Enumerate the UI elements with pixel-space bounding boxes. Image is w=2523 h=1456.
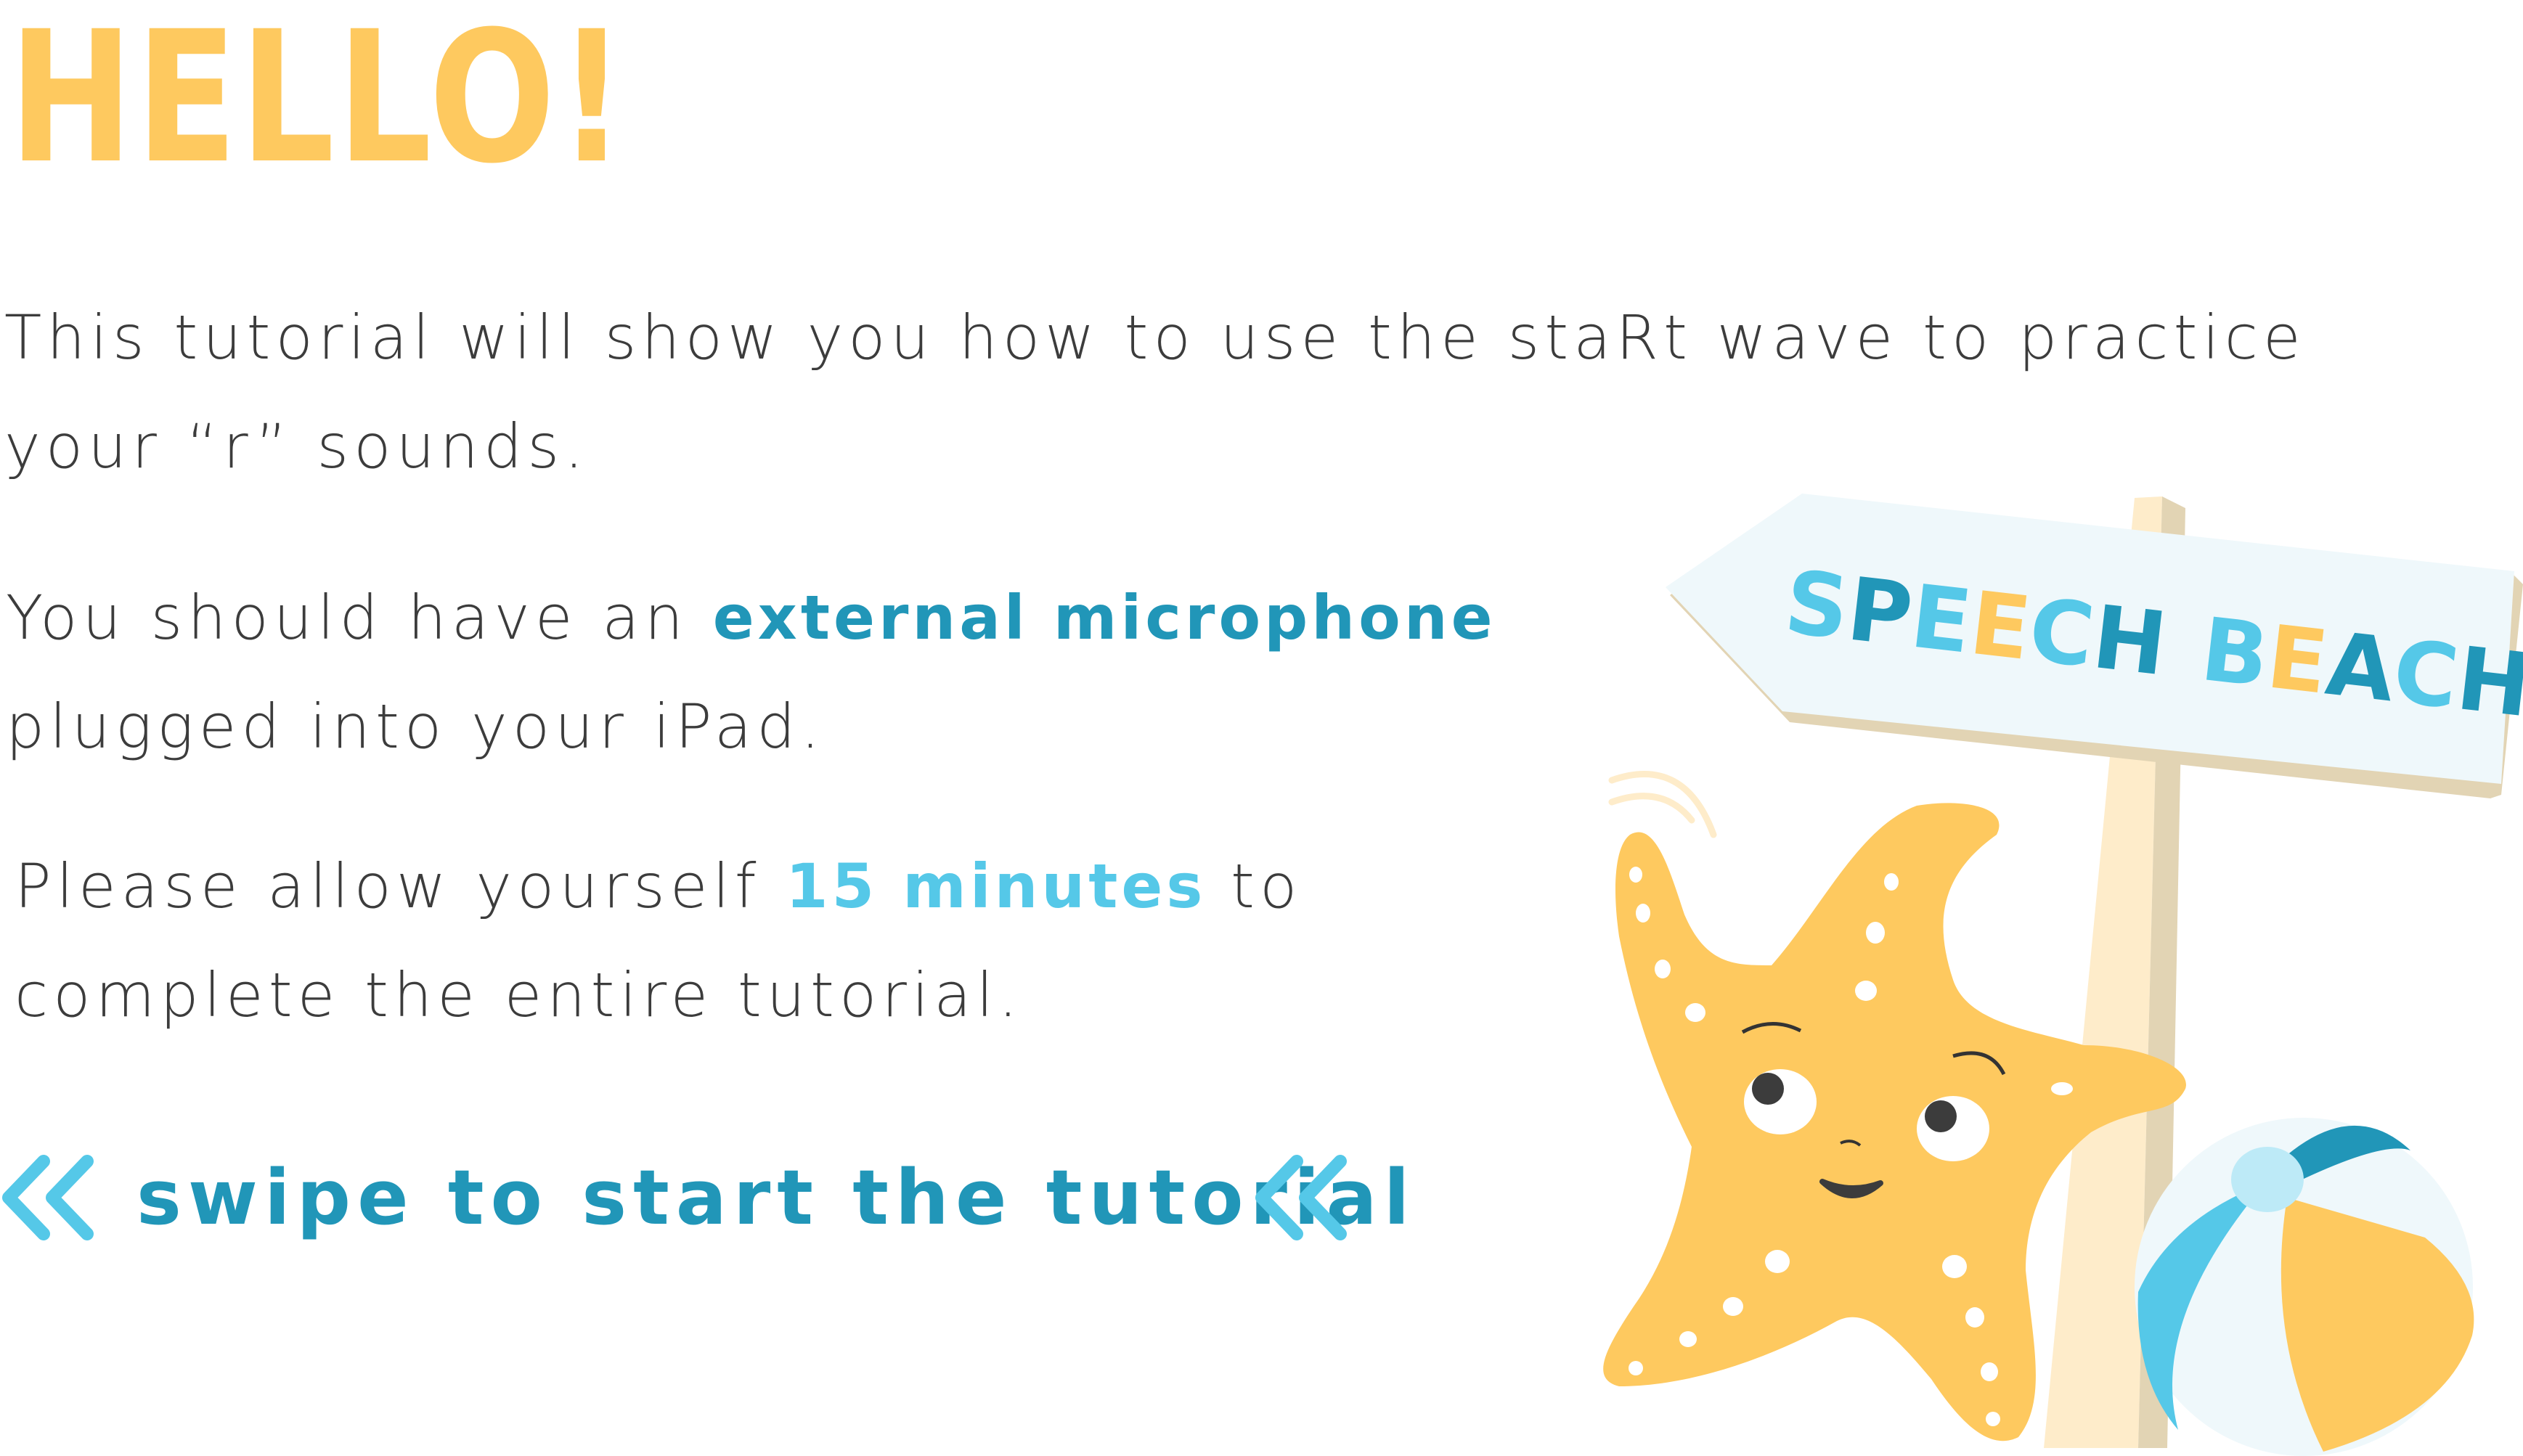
microphone-highlight: external microphone (712, 582, 1496, 653)
double-chevron-left-icon (2, 1155, 94, 1240)
sign-letter: P (1843, 559, 1917, 666)
time-text: Please allow yourself 15 minutes to comp… (15, 832, 1302, 1050)
intro-text: This tutorial will show you how to use t… (4, 283, 2400, 501)
microphone-prefix: You should have an (6, 582, 713, 653)
sign-letter: H (2087, 587, 2172, 695)
sign-letter: C (2389, 621, 2463, 729)
sign-letter: E (2262, 607, 2333, 713)
sign-letter: A (2321, 614, 2400, 722)
sign-letter: H (2452, 629, 2523, 737)
wave-lines-icon (1608, 771, 1717, 838)
hello-heading: HELLO! (9, 0, 629, 203)
swipe-prompt[interactable]: swipe to start the tutorial (0, 1147, 1416, 1248)
sign-letter: E (1906, 566, 1976, 673)
direction-sign: SPEECH BEACH (1666, 494, 2523, 798)
swipe-label: swipe to start the tutorial (136, 1153, 1417, 1242)
time-line-2: complete the entire tutorial. (15, 960, 1023, 1031)
intro-line-1: This tutorial will show you how to use t… (4, 302, 2306, 373)
double-chevron-left-icon (1255, 1155, 1347, 1240)
sign-letter: S (1780, 552, 1854, 660)
sign-letter: C (2024, 580, 2099, 687)
time-suffix: to (1206, 851, 1303, 922)
microphone-text: You should have an external microphone p… (6, 563, 1496, 781)
sign-letter: E (1965, 573, 2035, 680)
time-highlight: 15 minutes (786, 851, 1207, 922)
intro-line-2: your “r” sounds. (4, 411, 589, 482)
beach-ball (2135, 1118, 2474, 1456)
microphone-line-2: plugged into your iPad. (6, 691, 826, 762)
sign-letter: B (2196, 600, 2274, 707)
time-prefix: Please allow yourself (15, 851, 786, 922)
